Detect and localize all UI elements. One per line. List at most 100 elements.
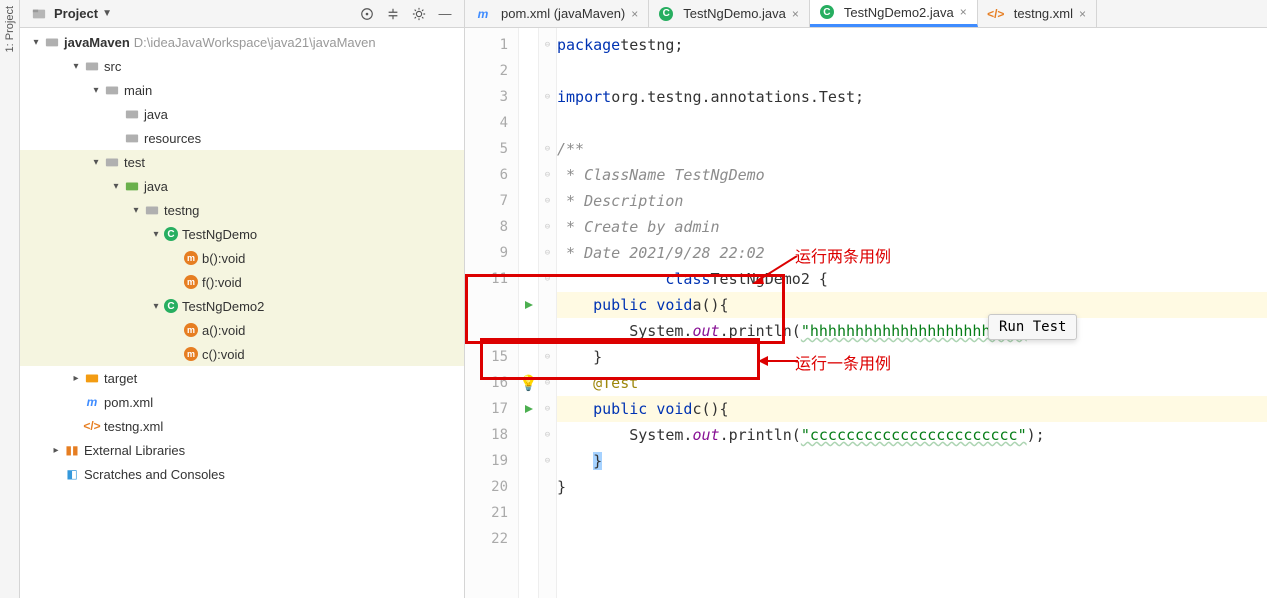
project-icon bbox=[32, 7, 46, 21]
run-icon-cell bbox=[519, 58, 538, 84]
tree-item[interactable]: mpom.xml bbox=[20, 390, 464, 414]
close-icon[interactable]: × bbox=[631, 7, 638, 21]
xml-icon: </> bbox=[84, 418, 100, 434]
chevron-down-icon[interactable]: ▾ bbox=[90, 84, 102, 96]
tree-item-label: TestNgDemo bbox=[182, 227, 257, 242]
tree-item[interactable]: ma():void bbox=[20, 318, 464, 342]
tree-root[interactable]: ▾javaMavenD:\ideaJavaWorkspace\java21\ja… bbox=[20, 30, 464, 54]
tree-item[interactable]: mf():void bbox=[20, 270, 464, 294]
code-line[interactable]: /** bbox=[557, 136, 1267, 162]
tab-label: pom.xml (javaMaven) bbox=[501, 6, 625, 21]
code-line[interactable]: * Date 2021/9/28 22:02 bbox=[557, 240, 1267, 266]
run-icon-cell[interactable] bbox=[519, 396, 538, 422]
code-line[interactable] bbox=[557, 526, 1267, 552]
fold-cell: ⊖ bbox=[545, 136, 550, 162]
code-line[interactable] bbox=[557, 58, 1267, 84]
chevron-down-icon[interactable]: ▾ bbox=[130, 204, 142, 216]
chevron-right-icon[interactable]: ▸ bbox=[70, 372, 82, 384]
run-icon-cell bbox=[519, 240, 538, 266]
tree-item-label: main bbox=[124, 83, 152, 98]
tree-item[interactable]: ▸▮▮External Libraries bbox=[20, 438, 464, 462]
fold-cell: ⊖ bbox=[545, 240, 550, 266]
tree-item[interactable]: mb():void bbox=[20, 246, 464, 270]
tree-item-label: java bbox=[144, 107, 168, 122]
chevron-right-icon[interactable]: ▸ bbox=[50, 444, 62, 456]
tree-item[interactable]: ▾CTestNgDemo2 bbox=[20, 294, 464, 318]
code-editor[interactable]: 123456789111516171819202122 💡 ⊖⊖⊖⊖⊖⊖⊖⊖⊖⊖… bbox=[465, 28, 1267, 598]
close-icon[interactable]: × bbox=[1079, 7, 1086, 21]
close-icon[interactable]: × bbox=[960, 5, 967, 19]
code-line[interactable]: public void c(){ bbox=[557, 396, 1267, 422]
code-line[interactable]: public void a(){ bbox=[557, 292, 1267, 318]
code-line[interactable]: System.out.println("cccccccccccccccccccc… bbox=[557, 422, 1267, 448]
run-test-popup[interactable]: Run Test bbox=[988, 314, 1077, 340]
tree-item-label: src bbox=[104, 59, 121, 74]
fold-cell: ⊖ bbox=[545, 266, 550, 292]
run-icon-cell bbox=[519, 344, 538, 370]
tree-item[interactable]: ▾test bbox=[20, 150, 464, 174]
method-icon: m bbox=[184, 323, 198, 337]
project-selector-label: Project bbox=[54, 6, 98, 21]
fold-gutter[interactable]: ⊖⊖⊖⊖⊖⊖⊖⊖⊖⊖⊖⊖⊖ bbox=[539, 28, 557, 598]
run-gutter[interactable]: 💡 bbox=[519, 28, 539, 598]
code-line[interactable]: class TestNgDemo2 { bbox=[557, 266, 1267, 292]
tree-item[interactable]: ▾ java bbox=[20, 174, 464, 198]
editor-tab[interactable]: CTestNgDemo.java× bbox=[649, 0, 810, 27]
project-tree[interactable]: ▾javaMavenD:\ideaJavaWorkspace\java21\ja… bbox=[20, 28, 464, 598]
editor-tab[interactable]: CTestNgDemo2.java× bbox=[810, 0, 978, 27]
tree-item[interactable]: ▾ src bbox=[20, 54, 464, 78]
code-line[interactable]: * Create by admin bbox=[557, 214, 1267, 240]
folder-icon bbox=[124, 178, 140, 194]
close-icon[interactable]: × bbox=[792, 7, 799, 21]
run-icon-cell bbox=[519, 500, 538, 526]
settings-icon[interactable] bbox=[410, 5, 428, 23]
editor-tab[interactable]: m pom.xml (javaMaven) × bbox=[465, 0, 649, 27]
fold-cell: ⊖ bbox=[545, 422, 550, 448]
code-line[interactable]: import org.testng.annotations.Test; bbox=[557, 84, 1267, 110]
maven-icon: m bbox=[475, 6, 491, 22]
tree-item[interactable]: ◧Scratches and Consoles bbox=[20, 462, 464, 486]
code-line[interactable]: package testng; bbox=[557, 32, 1267, 58]
tree-item[interactable]: ▾testng bbox=[20, 198, 464, 222]
code-line[interactable]: System.out.println("hhhhhhhhhhhhhhhhhhhh… bbox=[557, 318, 1267, 344]
tree-item-label: java bbox=[144, 179, 168, 194]
code-line[interactable] bbox=[557, 110, 1267, 136]
chevron-down-icon[interactable]: ▾ bbox=[90, 156, 102, 168]
code-line[interactable]: } bbox=[557, 448, 1267, 474]
chevron-down-icon[interactable]: ▾ bbox=[70, 60, 82, 72]
code-line[interactable]: } bbox=[557, 474, 1267, 500]
hide-icon[interactable]: — bbox=[436, 5, 454, 23]
chevron-down-icon[interactable]: ▾ bbox=[150, 228, 162, 240]
run-icon-cell bbox=[519, 136, 538, 162]
code-line[interactable]: @Test bbox=[557, 370, 1267, 396]
ide-vertical-tabs: 1: Project bbox=[0, 0, 20, 598]
locate-icon[interactable] bbox=[358, 5, 376, 23]
code-line[interactable]: * Description bbox=[557, 188, 1267, 214]
project-selector[interactable]: Project ▼ bbox=[26, 4, 118, 23]
tree-item[interactable]: mc():void bbox=[20, 342, 464, 366]
fold-cell: ⊖ bbox=[545, 162, 550, 188]
tree-item[interactable]: ▾CTestNgDemo bbox=[20, 222, 464, 246]
tree-item[interactable]: ▸target bbox=[20, 366, 464, 390]
tree-item[interactable]: java bbox=[20, 102, 464, 126]
code-line[interactable]: } bbox=[557, 344, 1267, 370]
run-icon bbox=[524, 300, 534, 310]
chevron-down-icon[interactable]: ▾ bbox=[110, 180, 122, 192]
run-icon-cell[interactable] bbox=[519, 292, 538, 318]
run-icon-cell bbox=[519, 266, 538, 292]
expand-all-icon[interactable] bbox=[384, 5, 402, 23]
code-line[interactable] bbox=[557, 500, 1267, 526]
line-number: 9 bbox=[500, 240, 518, 266]
run-icon-cell bbox=[519, 526, 538, 552]
chevron-down-icon[interactable]: ▾ bbox=[150, 300, 162, 312]
code-line[interactable]: * ClassName TestNgDemo bbox=[557, 162, 1267, 188]
tree-item[interactable]: ▾ main bbox=[20, 78, 464, 102]
editor-tab[interactable]: </>testng.xml× bbox=[978, 0, 1097, 27]
code-content[interactable]: package testng; import org.testng.annotat… bbox=[557, 28, 1267, 598]
folder-icon bbox=[84, 58, 100, 74]
tree-item[interactable]: </>testng.xml bbox=[20, 414, 464, 438]
line-number: 7 bbox=[500, 188, 518, 214]
tree-item[interactable]: resources bbox=[20, 126, 464, 150]
intention-bulb-icon: 💡 bbox=[519, 374, 538, 392]
vertical-tab-project[interactable]: 1: Project bbox=[2, 0, 18, 58]
